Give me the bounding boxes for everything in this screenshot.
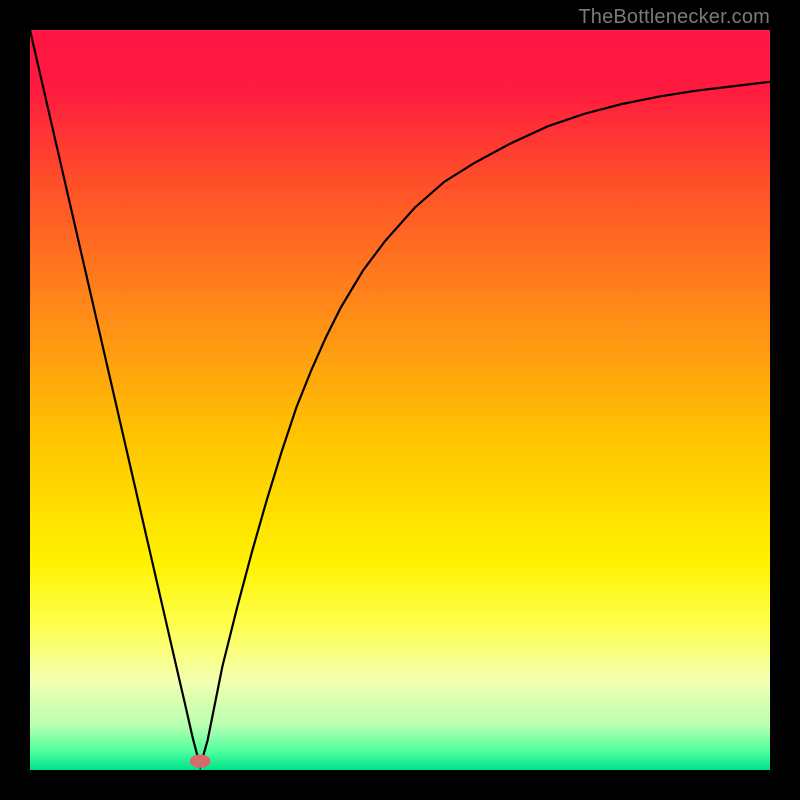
chart-svg bbox=[30, 30, 770, 770]
optimal-point-marker bbox=[190, 754, 211, 767]
plot-area bbox=[30, 30, 770, 770]
chart-frame: TheBottlenecker.com bbox=[0, 0, 800, 800]
attribution-text: TheBottlenecker.com bbox=[578, 6, 770, 29]
gradient-background bbox=[30, 30, 770, 770]
